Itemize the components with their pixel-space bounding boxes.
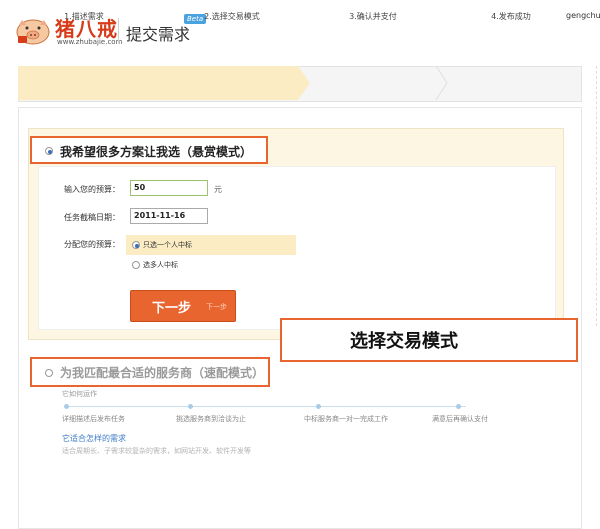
allocation-label: 分配您的预算： <box>64 240 120 249</box>
timeline-step-3: 中标服务商一对一完成工作 <box>304 415 388 423</box>
step-separator-icon <box>435 65 448 104</box>
how-it-works-label: 它如何运作 <box>62 390 97 398</box>
timeline-step-1: 详细描述后发布任务 <box>62 415 125 423</box>
step-1: 1.描述需求 <box>64 12 104 21</box>
single-winner-radio[interactable] <box>132 241 140 249</box>
timeline-step-2: 挑选服务商到洽谈为止 <box>176 415 246 423</box>
process-timeline <box>66 406 466 407</box>
step-2: 2.选择交易模式 <box>204 12 260 21</box>
logo-url: www.zhubajie.com <box>57 38 123 46</box>
multi-winner-label[interactable]: 选多人中标 <box>143 260 178 270</box>
bounty-mode-title[interactable]: 我希望很多方案让我选（悬赏模式） <box>60 143 252 160</box>
deadline-label: 任务截稿日期： <box>64 213 120 222</box>
bounty-mode-radio[interactable] <box>45 147 53 155</box>
next-step-hint: 下一步 <box>206 303 227 311</box>
suitable-needs-title: 它适合怎样的需求 <box>62 434 126 443</box>
speed-mode-title[interactable]: 为我匹配最合适的服务商（速配模式） <box>60 364 264 381</box>
right-divider <box>596 66 600 326</box>
timeline-dot-icon <box>456 404 461 409</box>
step-3: 3.确认并支付 <box>349 12 397 21</box>
speed-mode-radio[interactable] <box>45 369 53 377</box>
deadline-input[interactable]: 2011-11-16 <box>130 208 208 224</box>
timeline-dot-icon <box>316 404 321 409</box>
multi-winner-radio[interactable] <box>132 261 140 269</box>
single-winner-label[interactable]: 只选一个人中标 <box>143 240 192 250</box>
timeline-step-4: 满意后再确认支付 <box>432 415 488 423</box>
suitable-needs-description: 适合周期长、子需求较复杂的需求，如网站开发、软件开发等 <box>62 447 251 455</box>
step-4: 4.发布成功 <box>491 12 531 21</box>
budget-input[interactable]: 50 <box>130 180 208 196</box>
timeline-dot-icon <box>64 404 69 409</box>
next-step-label[interactable]: 下一步 <box>152 297 191 316</box>
timeline-dot-icon <box>188 404 193 409</box>
annotation-callout-text: 选择交易模式 <box>350 331 458 352</box>
budget-unit: 元 <box>214 185 222 194</box>
budget-label: 输入您的预算： <box>64 185 120 194</box>
